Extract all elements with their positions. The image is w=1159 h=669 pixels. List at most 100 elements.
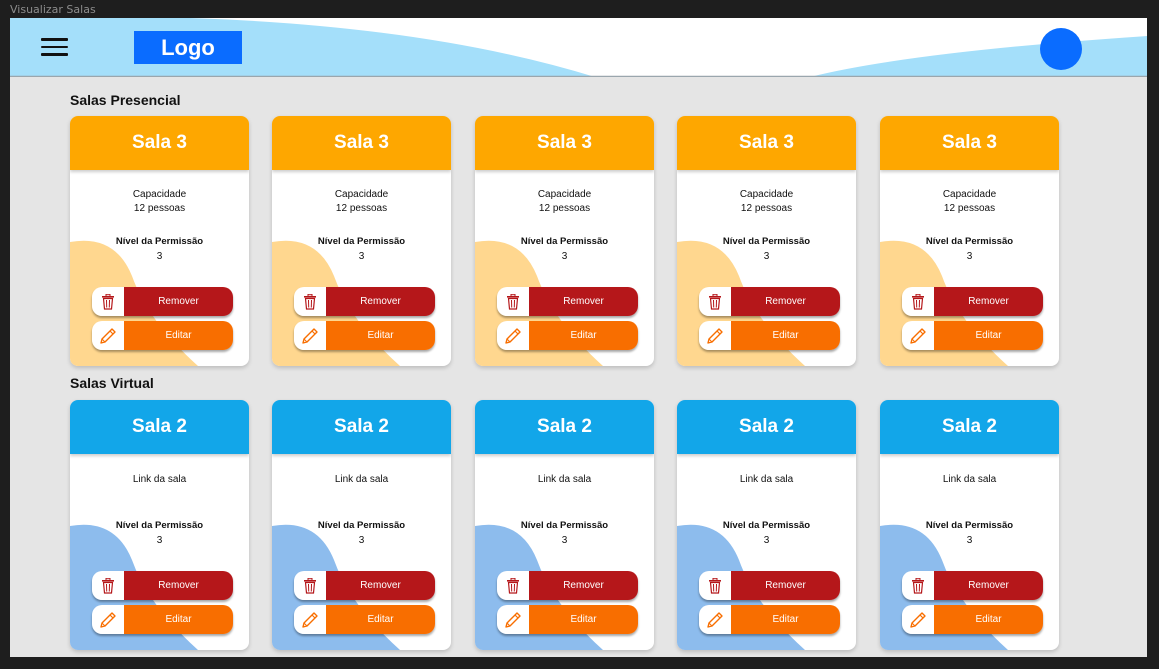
capacity-value: 12 pessoas — [943, 203, 996, 214]
room-card: Sala 2 Link da sala Nível da Permissão 3 Rem… — [677, 400, 856, 650]
edit-button-label: Editar — [731, 321, 840, 350]
permission-label: Nível da Permissão — [115, 236, 204, 247]
edit-button-label: Editar — [731, 605, 840, 634]
edit-button[interactable]: Editar — [699, 605, 840, 634]
pencil-icon — [699, 605, 731, 634]
remove-button-label: Remover — [326, 571, 435, 600]
room-card: Sala 3 Capacidade 12 pessoas Nível da Permi… — [70, 116, 249, 366]
capacity-value: 12 pessoas — [335, 203, 388, 214]
room-link[interactable]: Link da sala — [70, 473, 249, 487]
pencil-icon — [902, 321, 934, 350]
room-name: Sala 2 — [475, 400, 654, 454]
remove-button-label: Remover — [731, 571, 840, 600]
permission-value: 3 — [358, 535, 365, 546]
permission-label: Nível da Permissão — [925, 236, 1014, 247]
trash-icon — [497, 571, 529, 600]
room-link[interactable]: Link da sala — [475, 473, 654, 487]
permission-value: 3 — [156, 535, 163, 546]
edit-button[interactable]: Editar — [294, 605, 435, 634]
remove-button-label: Remover — [529, 287, 638, 316]
hamburger-menu-icon[interactable] — [41, 38, 68, 56]
edit-button-label: Editar — [326, 605, 435, 634]
remove-button[interactable]: Remover — [294, 287, 435, 316]
section-title-virtual: Salas Virtual — [70, 375, 154, 391]
trash-icon — [294, 287, 326, 316]
room-name: Sala 3 — [272, 116, 451, 170]
trash-icon — [294, 571, 326, 600]
trash-icon — [902, 571, 934, 600]
permission-value: 3 — [561, 251, 568, 262]
room-name: Sala 2 — [880, 400, 1059, 454]
capacity-label: Capacidade — [739, 189, 794, 200]
edit-button-label: Editar — [529, 605, 638, 634]
pencil-icon — [497, 605, 529, 634]
edit-button-label: Editar — [529, 321, 638, 350]
edit-button-label: Editar — [124, 321, 233, 350]
edit-button-label: Editar — [934, 321, 1043, 350]
page-frame: Logo Salas Presencial Sala 3 Capacidade 12… — [10, 18, 1147, 657]
capacity-label: Capacidade — [334, 189, 389, 200]
edit-button[interactable]: Editar — [902, 605, 1043, 634]
room-link[interactable]: Link da sala — [677, 473, 856, 487]
permission-label: Nível da Permissão — [520, 520, 609, 531]
edit-button[interactable]: Editar — [699, 321, 840, 350]
permission-value: 3 — [966, 251, 973, 262]
remove-button-label: Remover — [934, 287, 1043, 316]
room-name: Sala 2 — [70, 400, 249, 454]
remove-button[interactable]: Remover — [92, 571, 233, 600]
remove-button[interactable]: Remover — [699, 571, 840, 600]
remove-button-label: Remover — [529, 571, 638, 600]
remove-button-label: Remover — [934, 571, 1043, 600]
permission-label: Nível da Permissão — [317, 236, 406, 247]
pencil-icon — [92, 321, 124, 350]
trash-icon — [699, 287, 731, 316]
remove-button[interactable]: Remover — [92, 287, 233, 316]
remove-button[interactable]: Remover — [497, 287, 638, 316]
pencil-icon — [92, 605, 124, 634]
permission-label: Nível da Permissão — [722, 236, 811, 247]
room-name: Sala 2 — [677, 400, 856, 454]
room-card: Sala 2 Link da sala Nível da Permissão 3 Rem… — [475, 400, 654, 650]
room-card: Sala 2 Link da sala Nível da Permissão 3 Rem… — [272, 400, 451, 650]
user-avatar[interactable] — [1040, 28, 1082, 70]
capacity-value: 12 pessoas — [538, 203, 591, 214]
pencil-icon — [497, 321, 529, 350]
remove-button[interactable]: Remover — [699, 287, 840, 316]
permission-value: 3 — [358, 251, 365, 262]
pencil-icon — [294, 605, 326, 634]
logo[interactable]: Logo — [134, 31, 242, 64]
room-card: Sala 3 Capacidade 12 pessoas Nível da Permi… — [272, 116, 451, 366]
permission-value: 3 — [966, 535, 973, 546]
capacity-value: 12 pessoas — [740, 203, 793, 214]
remove-button-label: Remover — [124, 287, 233, 316]
remove-button[interactable]: Remover — [294, 571, 435, 600]
room-name: Sala 3 — [880, 116, 1059, 170]
permission-label: Nível da Permissão — [722, 520, 811, 531]
capacity-label: Capacidade — [942, 189, 997, 200]
room-name: Sala 2 — [272, 400, 451, 454]
pencil-icon — [902, 605, 934, 634]
remove-button[interactable]: Remover — [902, 287, 1043, 316]
room-card: Sala 3 Capacidade 12 pessoas Nível da Permi… — [475, 116, 654, 366]
remove-button[interactable]: Remover — [902, 571, 1043, 600]
edit-button[interactable]: Editar — [902, 321, 1043, 350]
room-link[interactable]: Link da sala — [272, 473, 451, 487]
permission-value: 3 — [763, 251, 770, 262]
edit-button[interactable]: Editar — [92, 605, 233, 634]
capacity-label: Capacidade — [537, 189, 592, 200]
edit-button[interactable]: Editar — [497, 321, 638, 350]
capacity-value: 12 pessoas — [133, 203, 186, 214]
trash-icon — [497, 287, 529, 316]
remove-button-label: Remover — [124, 571, 233, 600]
edit-button[interactable]: Editar — [294, 321, 435, 350]
edit-button[interactable]: Editar — [92, 321, 233, 350]
room-link[interactable]: Link da sala — [880, 473, 1059, 487]
remove-button[interactable]: Remover — [497, 571, 638, 600]
capacity-label: Capacidade — [132, 189, 187, 200]
room-card: Sala 2 Link da sala Nível da Permissão 3 Rem… — [880, 400, 1059, 650]
remove-button-label: Remover — [326, 287, 435, 316]
trash-icon — [902, 287, 934, 316]
edit-button-label: Editar — [934, 605, 1043, 634]
permission-label: Nível da Permissão — [925, 520, 1014, 531]
edit-button[interactable]: Editar — [497, 605, 638, 634]
